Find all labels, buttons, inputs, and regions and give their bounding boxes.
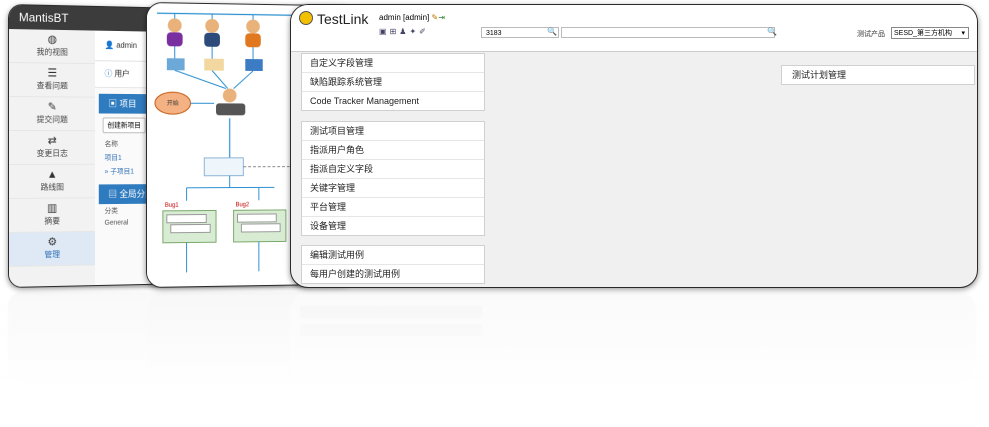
create-project-button[interactable]: 创建新项目 bbox=[102, 117, 146, 134]
bug2-label: Bug2 bbox=[236, 202, 250, 208]
start-label: 开始 bbox=[167, 99, 179, 107]
testlink-logo[interactable]: TestLink bbox=[299, 11, 368, 27]
list-icon: ☰ bbox=[47, 67, 58, 80]
info-icon: ⓘ bbox=[104, 69, 115, 79]
testlink-logo-icon bbox=[299, 11, 313, 25]
gears-icon: ⚙ bbox=[47, 236, 58, 249]
product-label: 测试产品 bbox=[857, 31, 885, 38]
menu-assign-custom-fields[interactable]: 指派自定义字段 bbox=[302, 160, 484, 179]
dashboard-icon: ◍ bbox=[47, 33, 57, 46]
bar-chart-icon: ▥ bbox=[47, 202, 58, 215]
process-box bbox=[204, 158, 243, 176]
menu-edit-test-cases[interactable]: 编辑测试用例 bbox=[302, 246, 484, 265]
testlink-header: TestLink admin [admin] ✎⇥ ▣⊞♟✦✐ 3183 🔍 🔍… bbox=[291, 5, 977, 52]
sidebar-item-report-issue[interactable]: ✎ 提交问题 bbox=[8, 97, 95, 132]
sidebar-item-changelog[interactable]: ⇄ 变更日志 bbox=[8, 131, 95, 165]
menu-test-plan-management[interactable]: 测试计划管理 bbox=[781, 65, 975, 85]
sidebar-item-summary[interactable]: ▥ 摘要 bbox=[8, 198, 95, 233]
testlink-window: TestLink admin [admin] ✎⇥ ▣⊞♟✦✐ 3183 🔍 🔍… bbox=[290, 4, 978, 288]
logout-icon[interactable]: ⇥ bbox=[438, 13, 445, 22]
menu-test-project-management[interactable]: 测试项目管理 bbox=[302, 122, 484, 141]
search-icon-2[interactable]: 🔍 bbox=[767, 27, 777, 36]
system-menu: 自定义字段管理 缺陷跟踪系统管理 Code Tracker Management bbox=[301, 53, 485, 111]
retweet-icon: ⇄ bbox=[47, 135, 57, 147]
testcase-menu: 编辑测试用例 每用户创建的测试用例 bbox=[301, 245, 485, 284]
mantis-sidebar: ◍ 我的视图 ☰ 查看问题 ✎ 提交问题 ⇄ 变更日志 ▲ 路线图 ▥ 摘要 ⚙ 管理 bbox=[8, 29, 96, 287]
menu-assign-user-roles[interactable]: 指派用户角色 bbox=[302, 141, 484, 160]
desktop-icon[interactable]: ▣ bbox=[379, 27, 390, 36]
folder-icon: ▤ bbox=[108, 189, 120, 200]
sidebar-item-manage[interactable]: ⚙ 管理 bbox=[8, 231, 95, 267]
menu-test-cases-per-user[interactable]: 每用户创建的测试用例 bbox=[302, 265, 484, 283]
menu-platform-management[interactable]: 平台管理 bbox=[302, 198, 484, 217]
menu-code-tracker[interactable]: Code Tracker Management bbox=[302, 92, 484, 110]
bug-icon[interactable]: ✦ bbox=[409, 27, 419, 36]
pencil-icon[interactable]: ✐ bbox=[419, 27, 429, 36]
server-icon bbox=[245, 59, 263, 72]
user-icon: 👤 bbox=[104, 40, 117, 50]
users-icon[interactable]: ♟ bbox=[399, 27, 409, 36]
menu-bug-tracking[interactable]: 缺陷跟踪系统管理 bbox=[302, 73, 484, 92]
menu-keyword-management[interactable]: 关键字管理 bbox=[302, 179, 484, 198]
project-menu: 测试项目管理 指派用户角色 指派自定义字段 关键字管理 平台管理 设备管理 bbox=[301, 121, 485, 236]
search-field[interactable] bbox=[561, 27, 775, 38]
tree-icon[interactable]: ⊞ bbox=[390, 27, 400, 36]
bug1-label: Bug1 bbox=[165, 203, 179, 209]
sidebar-item-roadmap[interactable]: ▲ 路线图 bbox=[8, 164, 95, 199]
computer-icon bbox=[167, 58, 186, 71]
product-select[interactable]: SESD_第三方机构 ▾ bbox=[891, 27, 969, 39]
sidebar-item-view-issues[interactable]: ☰ 查看问题 bbox=[8, 63, 95, 98]
chevron-down-icon: ▾ bbox=[961, 30, 965, 37]
current-user: admin [admin] ✎⇥ bbox=[379, 13, 445, 22]
reflection-fade bbox=[0, 288, 989, 427]
toolbar-icons: ▣⊞♟✦✐ bbox=[379, 27, 429, 36]
road-icon: ▲ bbox=[46, 168, 58, 181]
menu-device-management[interactable]: 设备管理 bbox=[302, 217, 484, 235]
edit-icon: ✎ bbox=[47, 101, 57, 114]
menu-custom-fields[interactable]: 自定义字段管理 bbox=[302, 54, 484, 73]
document-icon bbox=[204, 58, 224, 71]
puzzle-icon: ▣ bbox=[108, 98, 120, 109]
search-icon[interactable]: 🔍 bbox=[547, 27, 557, 36]
sidebar-item-my-view[interactable]: ◍ 我的视图 bbox=[8, 29, 95, 65]
